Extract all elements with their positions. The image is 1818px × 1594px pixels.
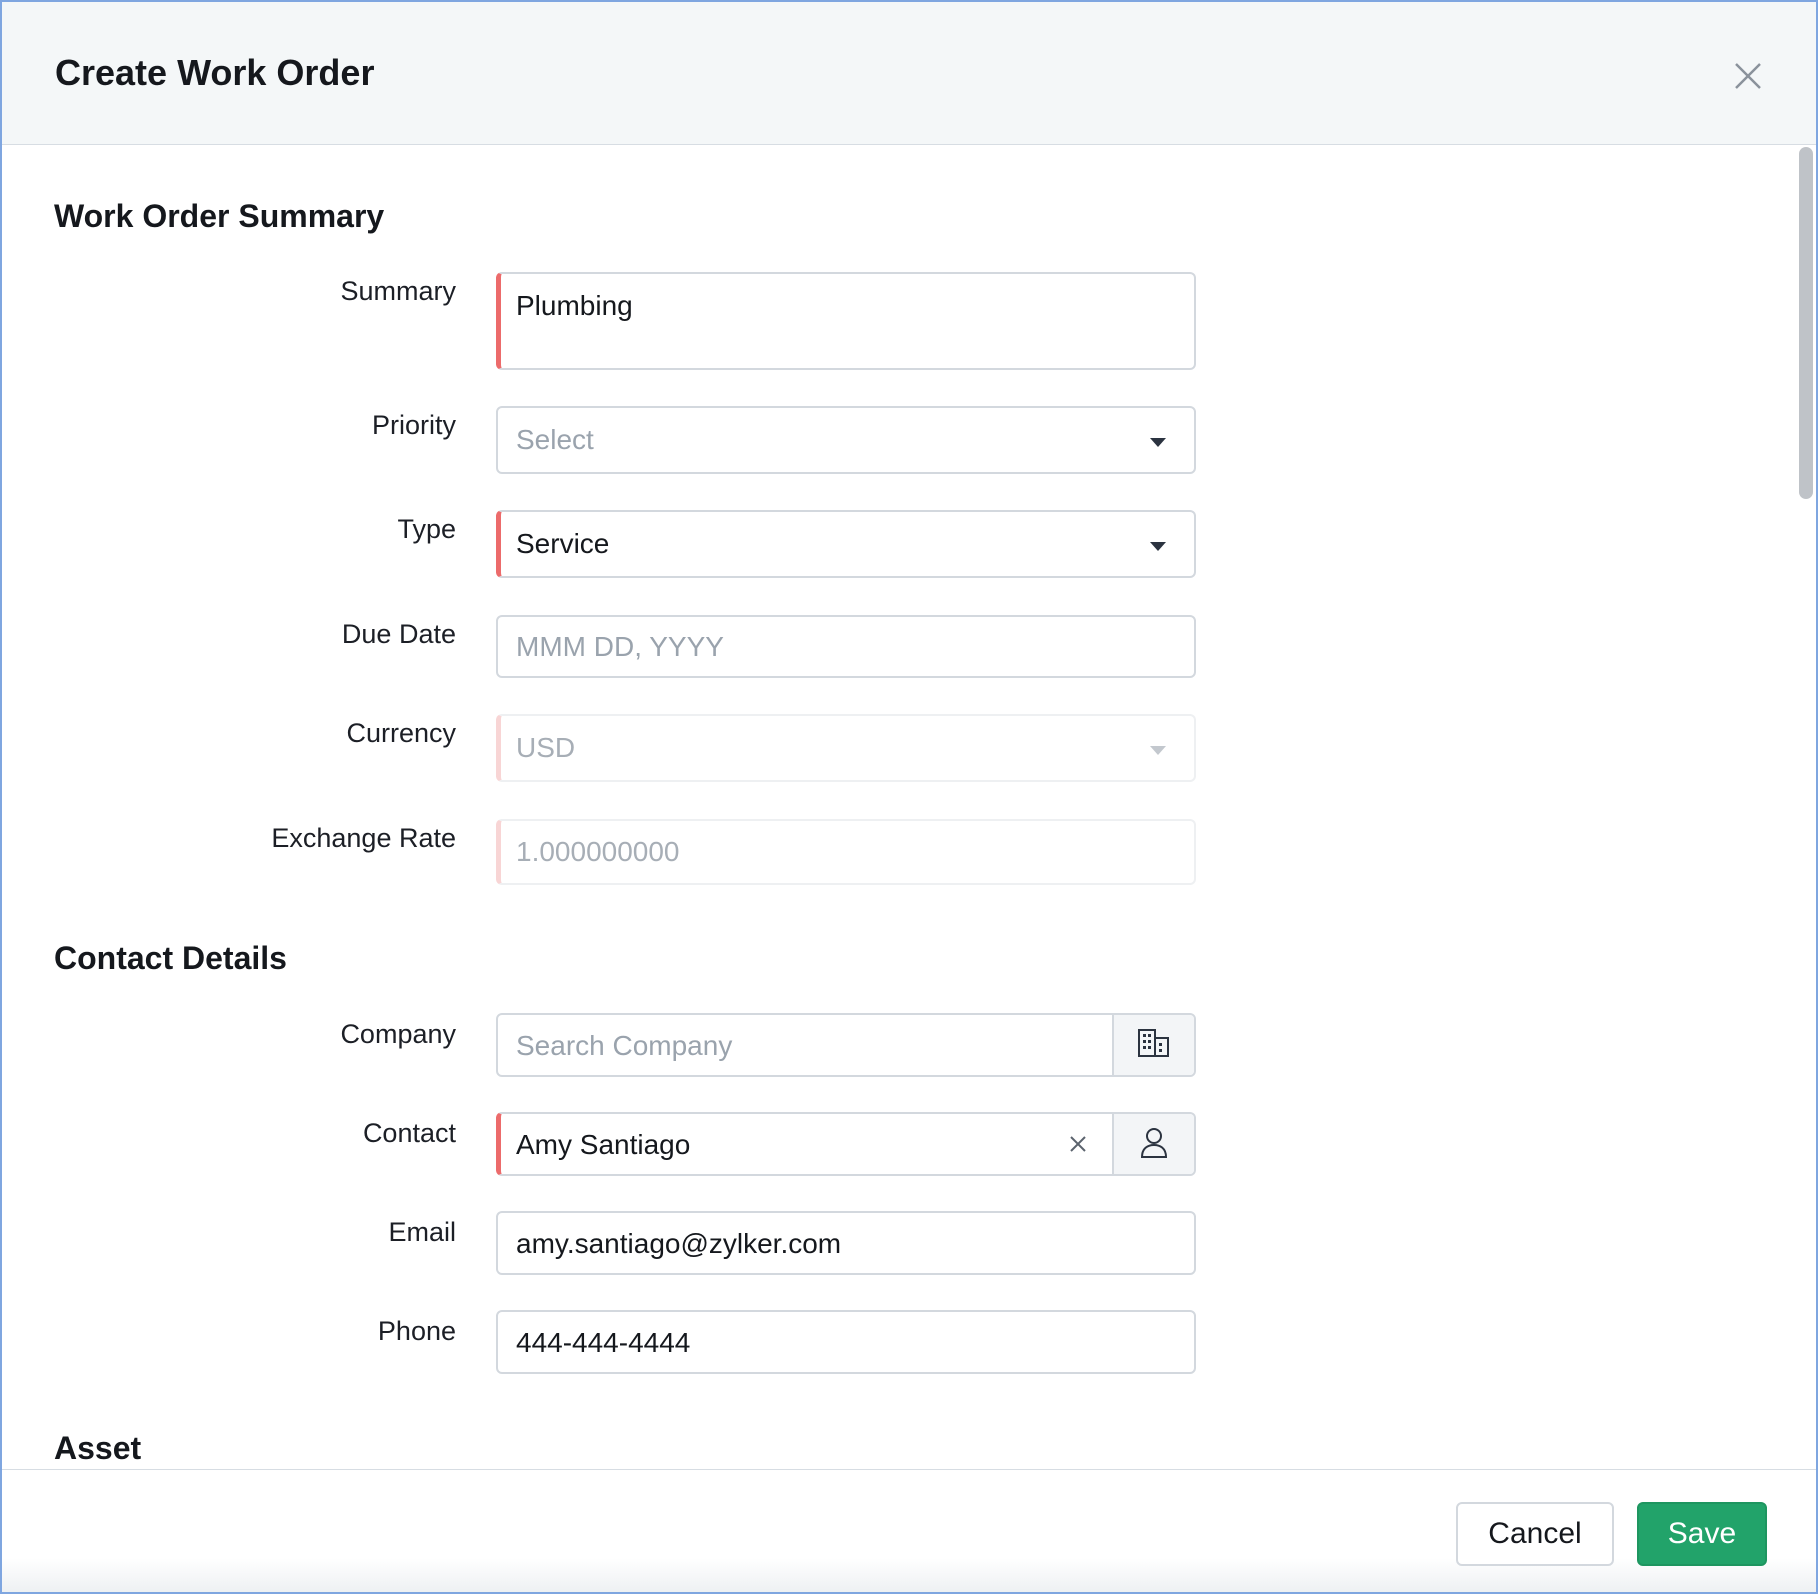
dialog-footer: Cancel Save <box>2 1469 1816 1592</box>
create-work-order-dialog: Create Work Order Work Order Summary Sum… <box>0 0 1818 1594</box>
chevron-down-icon <box>1150 746 1166 755</box>
contact-lookup-button[interactable] <box>1112 1114 1194 1174</box>
summary-textarea[interactable]: Plumbing <box>496 272 1196 370</box>
company-placeholder: Search Company <box>516 1030 733 1061</box>
email-field[interactable]: amy.santiago@zylker.com <box>496 1211 1196 1275</box>
priority-placeholder: Select <box>516 424 594 455</box>
dialog-title: Create Work Order <box>55 52 375 93</box>
contact-value: Amy Santiago <box>516 1129 691 1160</box>
currency-select: USD <box>496 714 1196 782</box>
priority-label: Priority <box>371 410 456 440</box>
company-search-input[interactable]: Search Company <box>496 1013 1196 1077</box>
email-value: amy.santiago@zylker.com <box>516 1228 842 1259</box>
type-value: Service <box>516 528 610 559</box>
summary-value: Plumbing <box>516 290 633 321</box>
cancel-button[interactable]: Cancel <box>1456 1502 1614 1566</box>
type-label: Type <box>397 514 456 544</box>
due-date-placeholder: MMM DD, YYYY <box>516 631 724 662</box>
company-label: Company <box>340 1019 456 1049</box>
scrollbar-thumb[interactable] <box>1799 147 1813 499</box>
exchange-rate-value: 1.000000000 <box>516 836 680 867</box>
section-title-work-order-summary: Work Order Summary <box>54 198 385 234</box>
user-icon <box>1138 1125 1170 1164</box>
chevron-down-icon <box>1150 438 1166 447</box>
company-lookup-button[interactable] <box>1112 1015 1194 1075</box>
exchange-rate-label: Exchange Rate <box>271 823 456 853</box>
save-button[interactable]: Save <box>1637 1502 1767 1566</box>
priority-select[interactable]: Select <box>496 406 1196 474</box>
phone-label: Phone <box>377 1316 456 1346</box>
email-label: Email <box>388 1217 456 1247</box>
phone-value: 444-444-4444 <box>516 1327 691 1358</box>
section-title-contact-details: Contact Details <box>54 940 287 976</box>
clear-icon[interactable] <box>1066 1132 1090 1156</box>
building-icon <box>1137 1028 1171 1063</box>
contact-search-input[interactable]: Amy Santiago <box>496 1112 1196 1176</box>
due-date-input[interactable]: MMM DD, YYYY <box>496 615 1196 678</box>
chevron-down-icon <box>1150 542 1166 551</box>
currency-label: Currency <box>346 718 456 748</box>
scrollbar[interactable] <box>1796 145 1816 1470</box>
type-select[interactable]: Service <box>496 510 1196 578</box>
section-title-asset: Asset <box>54 1430 142 1466</box>
close-icon[interactable] <box>1730 58 1766 94</box>
summary-label: Summary <box>340 276 456 306</box>
dialog-header: Create Work Order <box>2 2 1816 145</box>
contact-label: Contact <box>362 1118 456 1148</box>
exchange-rate-input: 1.000000000 <box>496 819 1196 885</box>
phone-field[interactable]: 444-444-4444 <box>496 1310 1196 1374</box>
currency-value: USD <box>516 732 576 763</box>
due-date-label: Due Date <box>341 619 456 649</box>
